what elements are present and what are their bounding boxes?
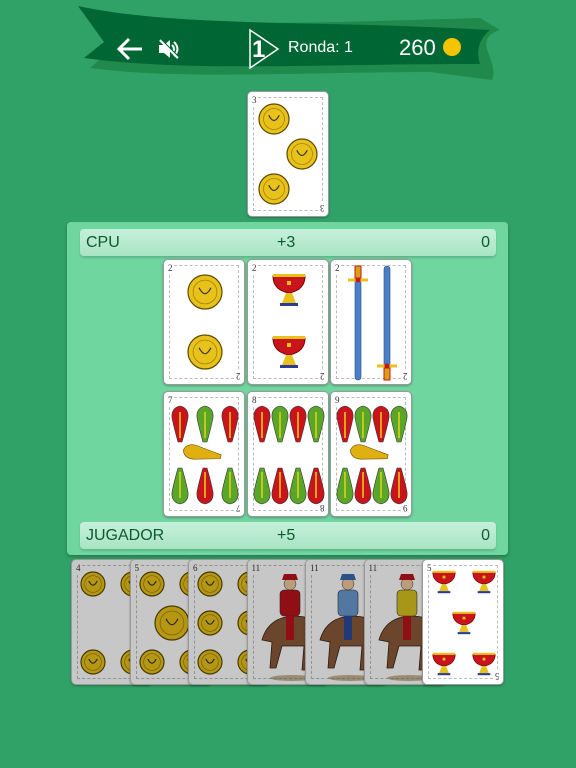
card-rank-inverted: 2 bbox=[235, 371, 240, 381]
card-rank: 2 bbox=[168, 263, 173, 273]
card-rank-inverted: 9 bbox=[402, 503, 407, 513]
cpu-bonus: +3 bbox=[277, 234, 296, 251]
card-rank: 3 bbox=[252, 95, 257, 105]
cpu-name: CPU bbox=[86, 234, 120, 251]
player-score: 0 bbox=[481, 527, 490, 544]
table-card[interactable]: 99 bbox=[330, 391, 412, 517]
club-pip bbox=[221, 405, 239, 443]
club-pip bbox=[336, 405, 354, 443]
sword-pip bbox=[377, 265, 397, 381]
card-rank-inverted: 5 bbox=[494, 671, 499, 681]
club-pip bbox=[336, 467, 354, 505]
cup-pip bbox=[272, 274, 306, 306]
sound-muted-icon bbox=[159, 38, 180, 59]
club-pip bbox=[221, 467, 239, 505]
cup-pip bbox=[272, 336, 306, 368]
back-arrow-icon bbox=[116, 37, 142, 61]
coin-count: 260 bbox=[399, 35, 436, 60]
club-pip bbox=[171, 405, 189, 443]
table-card[interactable]: 22 bbox=[330, 259, 412, 385]
club-pip bbox=[307, 405, 325, 443]
coin-pip bbox=[258, 103, 290, 135]
round-label: Ronda: 1 bbox=[288, 39, 353, 56]
club-pip bbox=[253, 467, 271, 505]
card-rank: 7 bbox=[168, 395, 173, 405]
club-pip bbox=[390, 405, 408, 443]
round-badge: 1 bbox=[248, 28, 280, 70]
coin-pip bbox=[187, 274, 223, 310]
bastos-pips bbox=[336, 405, 408, 505]
club-pip bbox=[271, 467, 289, 505]
coin-pip bbox=[187, 334, 223, 370]
club-pip bbox=[372, 467, 390, 505]
player-score-bar: JUGADOR +5 0 bbox=[80, 522, 496, 549]
bastos-pips bbox=[171, 405, 239, 505]
oros-pips bbox=[258, 103, 318, 205]
club-pip bbox=[196, 405, 214, 443]
card-rank-inverted: 3 bbox=[319, 203, 324, 213]
table-card[interactable]: 22 bbox=[247, 259, 329, 385]
coin-pip bbox=[258, 173, 290, 205]
cpu-score-bar: CPU +3 0 bbox=[80, 229, 496, 256]
cup-pip bbox=[432, 570, 456, 594]
espadas-pips bbox=[348, 265, 397, 381]
club-pip bbox=[390, 467, 408, 505]
cpu-score: 0 bbox=[481, 234, 490, 251]
player-name: JUGADOR bbox=[86, 527, 165, 544]
table-card[interactable]: 22 bbox=[163, 259, 245, 385]
oros-pips bbox=[187, 274, 223, 370]
club-pip bbox=[289, 405, 307, 443]
card-rank: 8 bbox=[252, 395, 257, 405]
club-pip bbox=[171, 467, 189, 505]
card-rank: 2 bbox=[252, 263, 257, 273]
card-rank-inverted: 8 bbox=[319, 503, 324, 513]
club-pip bbox=[289, 467, 307, 505]
card-rank-inverted: 2 bbox=[402, 371, 407, 381]
coin-pip bbox=[286, 138, 318, 170]
club-pip bbox=[307, 467, 325, 505]
back-button[interactable] bbox=[116, 36, 144, 67]
card-rank: 9 bbox=[335, 395, 340, 405]
card-rank: 2 bbox=[335, 263, 340, 273]
coin-icon bbox=[443, 38, 461, 56]
club-pip bbox=[372, 405, 390, 443]
hand-card[interactable]: 55 bbox=[422, 559, 504, 685]
cup-pip bbox=[472, 570, 496, 594]
cup-pip bbox=[452, 611, 476, 635]
sound-toggle-button[interactable] bbox=[157, 38, 181, 65]
table-card[interactable]: 77 bbox=[163, 391, 245, 517]
copas-pips bbox=[432, 570, 496, 676]
deck-card[interactable]: 33 bbox=[247, 91, 329, 217]
card-rank-inverted: 7 bbox=[235, 503, 240, 513]
table-card[interactable]: 88 bbox=[247, 391, 329, 517]
club-pip bbox=[196, 467, 214, 505]
club-pip bbox=[253, 405, 271, 443]
sword-pip bbox=[348, 265, 368, 381]
copas-pips bbox=[272, 274, 306, 368]
club-pip bbox=[354, 467, 372, 505]
player-bonus: +5 bbox=[277, 527, 296, 544]
card-rank-inverted: 2 bbox=[319, 371, 324, 381]
cup-pip bbox=[432, 652, 456, 676]
cup-pip bbox=[472, 652, 496, 676]
club-pip bbox=[354, 405, 372, 443]
bastos-pips bbox=[253, 405, 325, 505]
club-pip bbox=[271, 405, 289, 443]
card-rank: 5 bbox=[427, 563, 432, 573]
club-pip bbox=[183, 444, 222, 460]
club-pip bbox=[350, 444, 389, 460]
